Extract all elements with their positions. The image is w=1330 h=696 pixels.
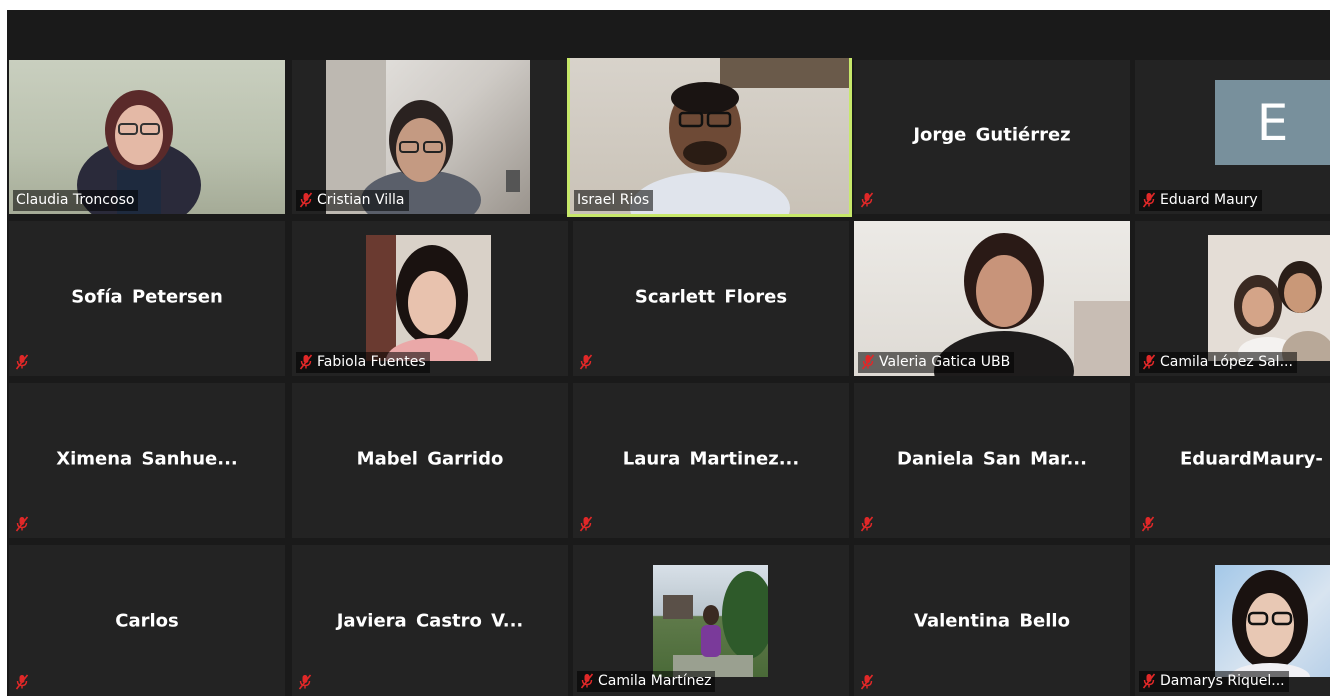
participant-name-label: Claudia Troncoso: [13, 190, 139, 211]
microphone-muted-icon: [298, 674, 312, 690]
microphone-muted-icon: [1141, 516, 1155, 532]
participant-name-label: Eduard Maury: [1139, 190, 1262, 211]
participant-tile-camila-lopez[interactable]: Camila López Sal...: [1135, 221, 1330, 376]
participant-tile-claudia-troncoso[interactable]: Claudia Troncoso: [9, 60, 285, 214]
participant-name: Carlos: [115, 609, 179, 631]
participant-tile-laura-martinez[interactable]: Laura Martinez...: [573, 383, 849, 538]
microphone-muted-icon: [1142, 192, 1156, 208]
participant-tile-carlos[interactable]: Carlos: [9, 545, 285, 696]
microphone-muted-icon: [15, 674, 29, 690]
participant-name: Valentina Bello: [914, 609, 1070, 631]
participant-name: Jorge Gutiérrez: [913, 124, 1071, 146]
participant-tile-javiera-castro[interactable]: Javiera Castro V...: [292, 545, 568, 696]
participant-tile-cristian-villa[interactable]: Cristian Villa: [292, 60, 568, 214]
microphone-muted-icon: [579, 516, 593, 532]
participant-name: Sofía Petersen: [71, 285, 223, 307]
participant-tile-daniela-san-martin[interactable]: Daniela San Mar...: [854, 383, 1130, 538]
participant-name: Mabel Garrido: [356, 447, 504, 469]
participant-tile-damarys-riquelme[interactable]: Damarys Riquel...: [1135, 545, 1330, 696]
microphone-muted-icon: [861, 354, 875, 370]
participant-name: Daniela San Mar...: [897, 447, 1087, 469]
participant-tile-camila-martinez[interactable]: Camila Martínez: [573, 545, 849, 696]
participant-name: Damarys Riquel...: [1160, 673, 1285, 689]
participant-name: EduardMaury-: [1180, 447, 1323, 469]
participant-video-image: [1234, 261, 1330, 361]
participant-tile-valentina-bello[interactable]: Valentina Bello: [854, 545, 1130, 696]
participant-tile-fabiola-fuentes[interactable]: Fabiola Fuentes: [292, 221, 568, 376]
gallery-view: Claudia Troncoso Cristian Villa Israel R…: [7, 58, 1330, 696]
participant-name-label: Valeria Gatica UBB: [858, 352, 1015, 373]
participant-tile-scarlett-flores[interactable]: Scarlett Flores: [573, 221, 849, 376]
microphone-muted-icon: [299, 192, 313, 208]
avatar-letter: E: [1256, 93, 1289, 152]
participant-video: [1215, 565, 1330, 677]
participant-tile-eduardmaury[interactable]: EduardMaury-: [1135, 383, 1330, 538]
microphone-muted-icon: [15, 516, 29, 532]
participant-name-label: Camila López Sal...: [1139, 352, 1297, 373]
participant-tile-valeria-gatica[interactable]: Valeria Gatica UBB: [854, 221, 1130, 376]
participant-name: Fabiola Fuentes: [317, 354, 426, 370]
participant-name-label: Cristian Villa: [296, 190, 409, 211]
participant-name: Scarlett Flores: [634, 285, 788, 307]
participant-name-label: Damarys Riquel...: [1139, 671, 1289, 692]
meeting-window: Claudia Troncoso Cristian Villa Israel R…: [0, 0, 1330, 696]
top-bar: [7, 10, 1330, 60]
microphone-muted-icon: [860, 674, 874, 690]
participant-name: Camila Martínez: [598, 673, 712, 689]
microphone-muted-icon: [1142, 354, 1156, 370]
microphone-muted-icon: [860, 516, 874, 532]
participant-name: Eduard Maury: [1160, 192, 1258, 208]
participant-video-image: [366, 235, 478, 361]
participant-video-image: [663, 571, 768, 677]
microphone-muted-icon: [299, 354, 313, 370]
microphone-muted-icon: [860, 192, 874, 208]
participant-video: [1208, 235, 1330, 361]
participant-name: Javiera Castro V...: [336, 609, 524, 631]
participant-tile-jorge-gutierrez[interactable]: Jorge Gutiérrez: [854, 60, 1130, 214]
participant-video: [653, 565, 768, 677]
microphone-muted-icon: [579, 354, 593, 370]
participant-tile-israel-rios[interactable]: Israel Rios: [567, 58, 852, 217]
participant-tile-sofia-petersen[interactable]: Sofía Petersen: [9, 221, 285, 376]
participant-tile-eduard-maury[interactable]: E Eduard Maury: [1135, 60, 1330, 214]
participant-tile-ximena-sanhueza[interactable]: Ximena Sanhue...: [9, 383, 285, 538]
participant-name: Cristian Villa: [317, 192, 405, 208]
microphone-muted-icon: [580, 673, 594, 689]
participant-name: Claudia Troncoso: [16, 192, 135, 208]
participant-name: Valeria Gatica UBB: [879, 354, 1011, 370]
participant-name: Laura Martinez...: [622, 447, 800, 469]
participant-name: Ximena Sanhue...: [56, 447, 238, 469]
participant-name: Camila López Sal...: [1160, 354, 1293, 370]
participant-name: Israel Rios: [577, 192, 650, 208]
participant-tile-mabel-garrido[interactable]: Mabel Garrido: [292, 383, 568, 538]
participant-name-label: Camila Martínez: [577, 671, 716, 692]
participant-video-image: [1230, 570, 1310, 677]
microphone-muted-icon: [15, 354, 29, 370]
microphone-muted-icon: [1142, 673, 1156, 689]
participant-avatar: E: [1215, 80, 1330, 165]
participant-name-label: Israel Rios: [574, 190, 654, 211]
participant-name-label: Fabiola Fuentes: [296, 352, 430, 373]
participant-video: [366, 235, 491, 361]
